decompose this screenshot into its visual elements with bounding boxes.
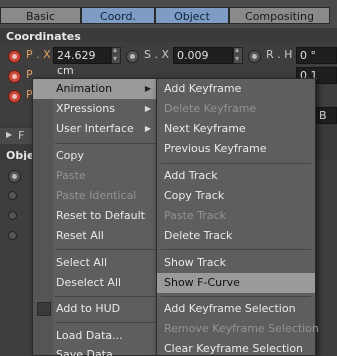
px-anim-radio[interactable] [8, 50, 21, 63]
pz-anim-radio[interactable] [8, 90, 21, 103]
menu-item-copy-track[interactable]: Copy Track [157, 186, 315, 206]
menu-item-animation[interactable]: Animation ▶ [33, 79, 157, 99]
menu-item-reset-default[interactable]: Reset to Default [33, 206, 157, 226]
obj-radio-1[interactable] [8, 170, 21, 183]
menu-item-save-data[interactable]: Save Data... [33, 345, 157, 356]
menu-item-add-track[interactable]: Add Track [157, 166, 315, 186]
coord-row-px: P . X 24.629 cm S . X 0.009 R . H 0 ° [0, 45, 337, 77]
menu-item-clear-keyframe-selection[interactable]: Clear Keyframe Selection [157, 339, 315, 356]
px-field[interactable]: 24.629 cm [53, 47, 111, 77]
menu-item-select-all[interactable]: Select All [33, 253, 157, 273]
menu-item-xpressions[interactable]: XPressions ▶ [33, 99, 157, 119]
b-label: B [319, 109, 327, 122]
collapsed-group-bar[interactable]: ▶ F [0, 128, 34, 144]
obj-radio-3[interactable] [8, 211, 17, 220]
context-menu: Animation ▶ XPressions ▶ User Interface ▶ C… [32, 78, 158, 356]
menu-separator [55, 296, 155, 297]
menu-item-add-to-hud[interactable]: Add to HUD [33, 299, 157, 319]
submenu-arrow-icon: ▶ [144, 124, 151, 133]
menu-item-user-interface-label: User Interface [56, 122, 134, 135]
px-spinner[interactable] [111, 45, 121, 64]
menu-item-add-keyframe[interactable]: Add Keyframe [157, 79, 315, 99]
menu-item-previous-keyframe[interactable]: Previous Keyframe [157, 139, 315, 159]
menu-separator [55, 322, 155, 323]
menu-item-paste[interactable]: Paste [33, 166, 157, 186]
menu-item-paste-track[interactable]: Paste Track [157, 206, 315, 226]
menu-separator [55, 143, 155, 144]
sx-label: S . X [144, 48, 170, 61]
menu-separator [161, 249, 311, 250]
submenu-arrow-icon: ▶ [144, 104, 151, 113]
rh-anim-radio[interactable] [248, 50, 261, 63]
menu-separator [161, 163, 311, 164]
tab-coord[interactable]: Coord. [81, 7, 155, 24]
menu-item-paste-identical[interactable]: Paste Identical [33, 186, 157, 206]
menu-separator [161, 296, 311, 297]
menu-item-animation-label: Animation [56, 82, 113, 95]
menu-separator [55, 249, 155, 250]
menu-item-delete-keyframe[interactable]: Delete Keyframe [157, 99, 315, 119]
tab-compositing[interactable]: Compositing [229, 7, 330, 24]
submenu-arrow-icon: ▶ [144, 84, 151, 93]
px-label: P . X [26, 48, 51, 61]
py-anim-radio[interactable] [8, 70, 21, 83]
menu-item-user-interface[interactable]: User Interface ▶ [33, 119, 157, 139]
animation-submenu: Add Keyframe Delete Keyframe Next Keyfra… [156, 78, 319, 356]
menu-item-deselect-all[interactable]: Deselect All [33, 273, 157, 293]
tab-basic[interactable]: Basic [0, 7, 81, 24]
rh-field[interactable]: 0 ° [296, 47, 337, 64]
sx-spinner[interactable] [233, 45, 243, 64]
menu-item-next-keyframe[interactable]: Next Keyframe [157, 119, 315, 139]
menu-item-copy[interactable]: Copy [33, 146, 157, 166]
menu-item-xpressions-label: XPressions [56, 102, 115, 115]
menu-item-show-fcurve[interactable]: Show F-Curve [157, 273, 315, 293]
sx-anim-radio[interactable] [126, 50, 139, 63]
tab-object[interactable]: Object [155, 7, 229, 24]
menu-item-reset-all[interactable]: Reset All [33, 226, 157, 246]
menu-item-delete-track[interactable]: Delete Track [157, 226, 315, 246]
sx-field[interactable]: 0.009 [173, 47, 233, 64]
f-label: F [18, 129, 25, 142]
expand-triangle-icon: ▶ [6, 130, 13, 139]
attribute-tabbar: Basic Coord. Object Compositing [0, 0, 337, 28]
menu-item-load-data[interactable]: Load Data... [33, 326, 157, 346]
rh-label: R . H [266, 48, 293, 61]
menu-item-show-track[interactable]: Show Track [157, 253, 315, 273]
obj-radio-4[interactable] [8, 231, 17, 240]
menu-item-remove-keyframe-selection[interactable]: Remove Keyframe Selection [157, 319, 319, 339]
menu-item-add-keyframe-selection[interactable]: Add Keyframe Selection [157, 299, 315, 319]
obj-radio-2[interactable] [8, 191, 17, 200]
